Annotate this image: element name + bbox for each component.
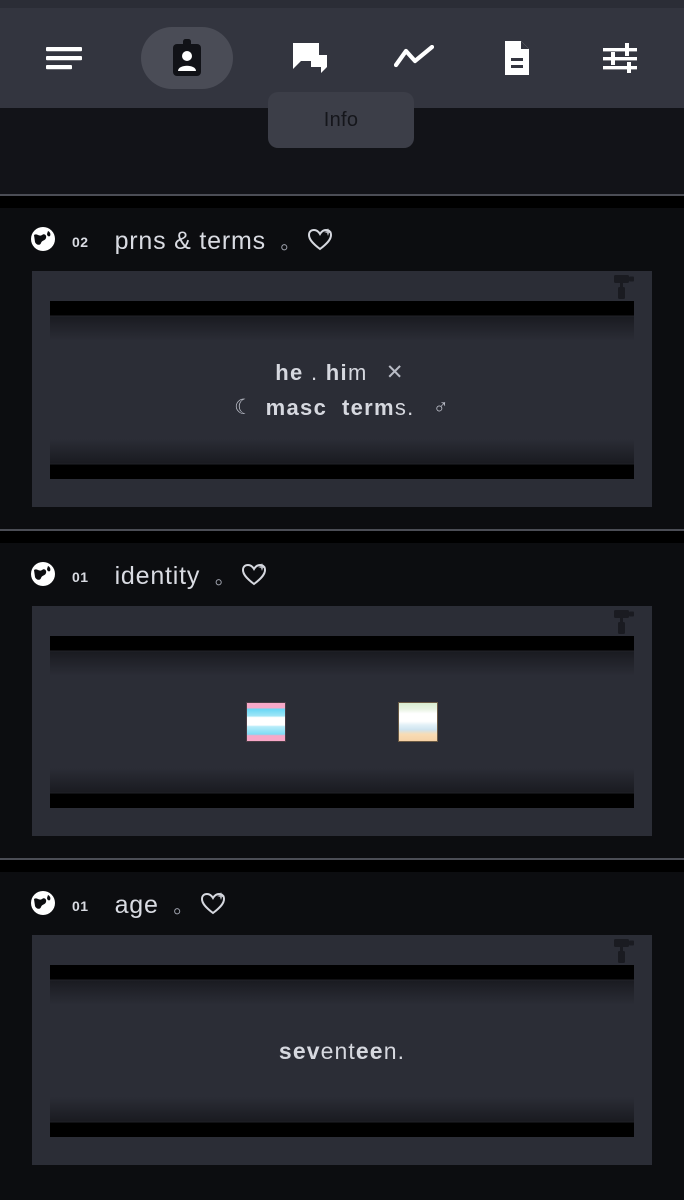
card-divider-bottom: [50, 768, 634, 809]
card-number: 01: [72, 897, 89, 914]
card-title-dot: ◦: [172, 897, 182, 926]
card-footer: [32, 808, 652, 836]
card-content: [32, 676, 652, 768]
card-title: prns & terms: [114, 227, 266, 255]
separator-band: [0, 196, 684, 208]
card-content: he . hi m ✕ ☾ masc term s. ♂: [32, 341, 652, 439]
hamburger-menu-icon: [46, 45, 82, 71]
nav-button-stats[interactable]: [388, 32, 440, 84]
card-body: seventeen.: [32, 935, 652, 1166]
content-line: he . hi m ✕: [275, 360, 405, 385]
card-body: [32, 606, 652, 837]
section-spacer: [0, 1165, 684, 1188]
section-identity: 01 identity ◦: [0, 543, 684, 859]
card-toolbar: [32, 935, 652, 965]
nav-button-info[interactable]: [141, 27, 234, 89]
card-toolbar: [32, 606, 652, 636]
card-header: 02 prns & terms ◦: [0, 208, 684, 271]
paint-roller-icon[interactable]: [612, 273, 636, 308]
card-header: 01 age ◦: [0, 872, 684, 935]
card-footer: [32, 479, 652, 507]
trend-line-icon: [393, 45, 434, 71]
document-icon: [503, 40, 531, 76]
content-line: seventeen.: [278, 1037, 406, 1064]
separator-band: [0, 860, 684, 873]
heart-sparkle-icon[interactable]: [241, 561, 269, 592]
transgender-pride-flag: [246, 702, 286, 743]
card-divider-top: [50, 965, 634, 1006]
card-footer: [32, 1137, 652, 1165]
card-title: identity: [114, 562, 201, 591]
paint-roller-icon[interactable]: [612, 608, 636, 643]
bottom-filler: [0, 1187, 684, 1200]
paint-roller-icon[interactable]: [612, 937, 636, 972]
card-divider-bottom: [50, 439, 634, 480]
card-title-dot: ◦: [214, 568, 224, 597]
card-title: age: [114, 891, 159, 920]
section-prns-terms: 02 prns & terms ◦ he . hi m ✕ ☾ masc ter…: [0, 208, 684, 530]
chat-bubbles-icon: [291, 41, 329, 75]
nav-button-filters[interactable]: [594, 32, 646, 84]
separator-band: [0, 531, 684, 544]
top-strip: [0, 0, 684, 8]
card-body: he . hi m ✕ ☾ masc term s. ♂: [32, 271, 652, 508]
section-spacer: [0, 836, 684, 859]
card-number: 02: [72, 233, 89, 250]
card-divider-top: [50, 636, 634, 677]
second-pride-flag: [398, 702, 438, 743]
heart-sparkle-icon[interactable]: [200, 890, 228, 921]
globe-icon[interactable]: [30, 890, 56, 921]
globe-icon[interactable]: [30, 561, 56, 592]
section-age: 01 age ◦ seventeen.: [0, 872, 684, 1188]
card-content: seventeen.: [32, 1005, 652, 1097]
nav-button-chat[interactable]: [284, 32, 336, 84]
id-badge-icon: [172, 39, 202, 77]
heart-sparkle-icon[interactable]: [307, 226, 335, 257]
tooltip-info: Info: [268, 92, 414, 148]
content-line: ☾ masc term s. ♂: [234, 395, 450, 421]
nav-button-notes[interactable]: [491, 32, 543, 84]
card-title-dot: ◦: [279, 233, 289, 261]
globe-icon[interactable]: [30, 226, 56, 257]
card-divider-top: [50, 301, 634, 341]
sliders-icon: [602, 43, 637, 73]
card-divider-bottom: [50, 1097, 634, 1138]
tooltip-zone: Info: [0, 92, 684, 194]
card-number: 01: [72, 568, 89, 585]
card-header: 01 identity ◦: [0, 543, 684, 606]
section-spacer: [0, 507, 684, 530]
nav-button-menu[interactable]: [38, 32, 90, 84]
card-toolbar: [32, 271, 652, 301]
flag-row: [246, 692, 438, 752]
